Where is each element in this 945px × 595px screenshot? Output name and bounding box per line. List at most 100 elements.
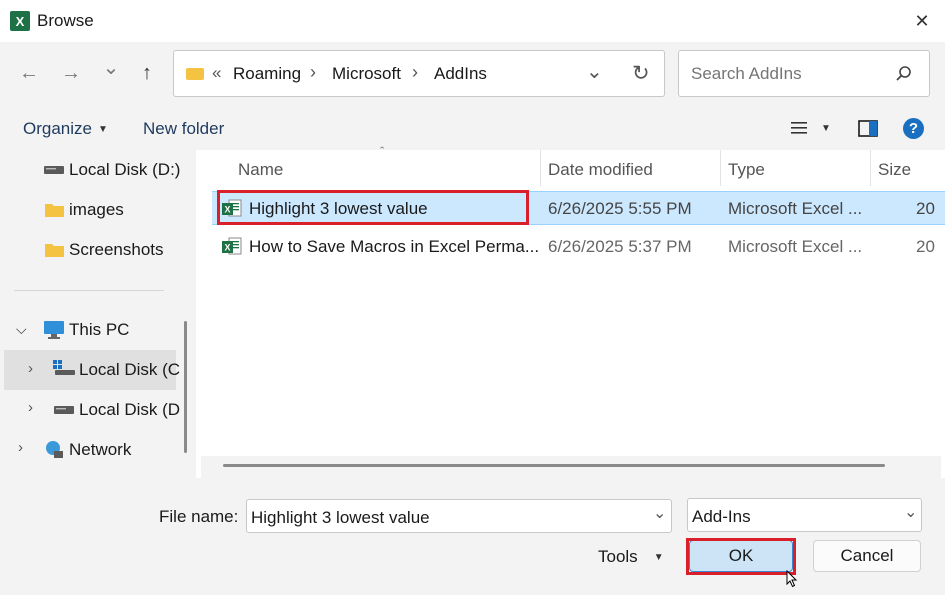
sidebar-item-local-disk-c[interactable]: › Local Disk (C bbox=[4, 350, 180, 390]
computer-icon bbox=[44, 321, 64, 339]
sidebar-item-network[interactable]: › Network bbox=[0, 435, 180, 465]
sidebar-item-screenshots[interactable]: Screenshots bbox=[0, 235, 180, 265]
column-divider bbox=[870, 150, 871, 186]
back-arrow-icon: ← bbox=[19, 62, 39, 84]
excel-app-icon: X bbox=[10, 11, 30, 31]
chevron-down-icon[interactable]: ⌵ bbox=[16, 321, 27, 338]
chevron-right-icon[interactable]: › bbox=[18, 439, 23, 456]
sidebar-item-label: Screenshots bbox=[69, 240, 164, 259]
sidebar-item-label: images bbox=[69, 200, 124, 219]
size-cell: 20 bbox=[916, 199, 935, 218]
breadcrumb-addins[interactable]: AddIns bbox=[434, 64, 487, 84]
cancel-label: Cancel bbox=[840, 546, 894, 565]
svg-text:X: X bbox=[224, 243, 230, 253]
column-divider bbox=[720, 150, 721, 186]
title-bar: X Browse ✕ bbox=[0, 0, 945, 42]
sidebar-divider bbox=[14, 290, 164, 291]
breadcrumb-microsoft[interactable]: Microsoft bbox=[332, 64, 401, 84]
network-icon bbox=[46, 441, 63, 458]
preview-pane-icon[interactable] bbox=[858, 120, 878, 137]
organize-label: Organize bbox=[23, 119, 92, 138]
type-cell: Microsoft Excel ... bbox=[728, 199, 863, 218]
highlight-box bbox=[686, 538, 796, 575]
address-dropdown-icon[interactable]: ⌄ bbox=[586, 59, 603, 84]
address-bar[interactable]: « Roaming › Microsoft › AddIns ⌄ ↻ bbox=[173, 50, 665, 97]
forward-button[interactable]: → bbox=[60, 63, 82, 83]
file-name-label: File name: bbox=[159, 507, 239, 526]
navigation-bar: ← → ⌄ ↑ « Roaming › Microsoft › AddIns ⌄… bbox=[0, 42, 945, 106]
file-name-cell: How to Save Macros in Excel Perma... bbox=[249, 237, 539, 256]
organize-button[interactable]: Organize ▼ bbox=[23, 119, 108, 139]
folder-icon bbox=[45, 204, 64, 217]
sidebar-item-label: Local Disk (D bbox=[79, 400, 181, 419]
column-header-name[interactable]: Name bbox=[238, 160, 283, 180]
search-input[interactable] bbox=[689, 63, 893, 85]
horizontal-scrollbar[interactable] bbox=[201, 456, 941, 478]
sidebar-item-label: Local Disk (D:) bbox=[69, 160, 181, 179]
date-modified-cell: 6/26/2025 5:37 PM bbox=[548, 237, 692, 256]
dialog-footer: File name: Highlight 3 lowest value ⌄ Ad… bbox=[0, 478, 945, 595]
table-row[interactable]: X How to Save Macros in Excel Perma... 6… bbox=[212, 230, 945, 264]
sidebar-item-label: Network bbox=[69, 440, 132, 459]
breadcrumb-overflow[interactable]: « bbox=[212, 63, 221, 83]
file-type-select[interactable]: Add-Ins ⌄ bbox=[687, 498, 922, 532]
excel-file-icon: X bbox=[222, 237, 242, 255]
caret-down-icon: ▼ bbox=[653, 551, 664, 563]
date-modified-cell: 6/26/2025 5:55 PM bbox=[548, 199, 692, 218]
help-icon: ? bbox=[908, 120, 919, 137]
navigation-pane: Local Disk (D:) images Screenshots ⌵ Thi… bbox=[0, 150, 196, 478]
up-button[interactable]: ↑ bbox=[136, 63, 158, 83]
breadcrumb-roaming[interactable]: Roaming bbox=[233, 64, 301, 84]
folder-icon bbox=[45, 244, 64, 257]
file-name-input[interactable]: Highlight 3 lowest value bbox=[251, 508, 430, 528]
drive-icon bbox=[44, 166, 64, 174]
search-icon[interactable] bbox=[895, 65, 913, 83]
back-button[interactable]: ← bbox=[18, 63, 40, 83]
caret-down-icon: ▼ bbox=[821, 122, 831, 134]
sidebar-item-images[interactable]: images bbox=[0, 195, 180, 225]
help-button[interactable]: ? bbox=[903, 118, 924, 139]
breadcrumb-separator[interactable]: › bbox=[310, 62, 316, 83]
file-type-value: Add-Ins bbox=[692, 507, 751, 526]
chevron-right-icon[interactable]: › bbox=[28, 399, 33, 416]
column-divider bbox=[540, 150, 541, 186]
sidebar-item-local-disk-d-2[interactable]: › Local Disk (D bbox=[0, 395, 180, 425]
type-cell: Microsoft Excel ... bbox=[728, 237, 863, 256]
chevron-right-icon[interactable]: › bbox=[28, 360, 33, 377]
column-header-type[interactable]: Type bbox=[728, 160, 765, 180]
horizontal-scrollbar-thumb[interactable] bbox=[223, 464, 885, 467]
new-folder-button[interactable]: New folder bbox=[143, 119, 224, 139]
drive-icon bbox=[54, 406, 74, 414]
close-icon: ✕ bbox=[914, 10, 930, 31]
up-arrow-icon: ↑ bbox=[142, 62, 152, 84]
recent-locations-button[interactable]: ⌄ bbox=[100, 58, 122, 78]
cancel-button[interactable]: Cancel bbox=[813, 540, 921, 572]
file-name-field[interactable]: Highlight 3 lowest value ⌄ bbox=[246, 499, 672, 533]
chevron-down-icon[interactable]: ⌄ bbox=[653, 503, 666, 523]
window-title: Browse bbox=[37, 11, 94, 30]
folder-icon bbox=[186, 68, 204, 80]
command-bar: Organize ▼ New folder ▼ ? bbox=[0, 106, 945, 150]
column-header-size[interactable]: Size bbox=[878, 160, 911, 180]
mouse-cursor-icon bbox=[786, 570, 798, 588]
chevron-down-icon: ⌄ bbox=[102, 57, 120, 79]
highlight-box bbox=[217, 190, 529, 225]
size-cell: 20 bbox=[916, 237, 935, 256]
sidebar-scrollbar[interactable] bbox=[184, 321, 187, 453]
column-header-date-modified[interactable]: Date modified bbox=[548, 160, 653, 180]
search-box[interactable] bbox=[678, 50, 930, 97]
sort-ascending-icon: ˆ bbox=[380, 144, 385, 159]
sidebar-item-this-pc[interactable]: ⌵ This PC bbox=[0, 315, 180, 345]
tools-button[interactable]: Tools ▼ bbox=[598, 547, 664, 567]
chevron-down-icon[interactable]: ⌄ bbox=[904, 502, 917, 522]
tools-label: Tools bbox=[598, 547, 638, 566]
sidebar-item-local-disk-d[interactable]: Local Disk (D:) bbox=[0, 155, 180, 185]
refresh-icon[interactable]: ↻ bbox=[632, 61, 650, 86]
sidebar-item-label: This PC bbox=[69, 320, 130, 339]
excel-app-icon-letter: X bbox=[15, 13, 25, 29]
caret-down-icon: ▼ bbox=[97, 123, 108, 135]
view-options-button[interactable]: ▼ bbox=[791, 121, 831, 135]
list-view-icon bbox=[791, 122, 807, 134]
close-button[interactable]: ✕ bbox=[900, 4, 944, 38]
breadcrumb-separator[interactable]: › bbox=[412, 62, 418, 83]
